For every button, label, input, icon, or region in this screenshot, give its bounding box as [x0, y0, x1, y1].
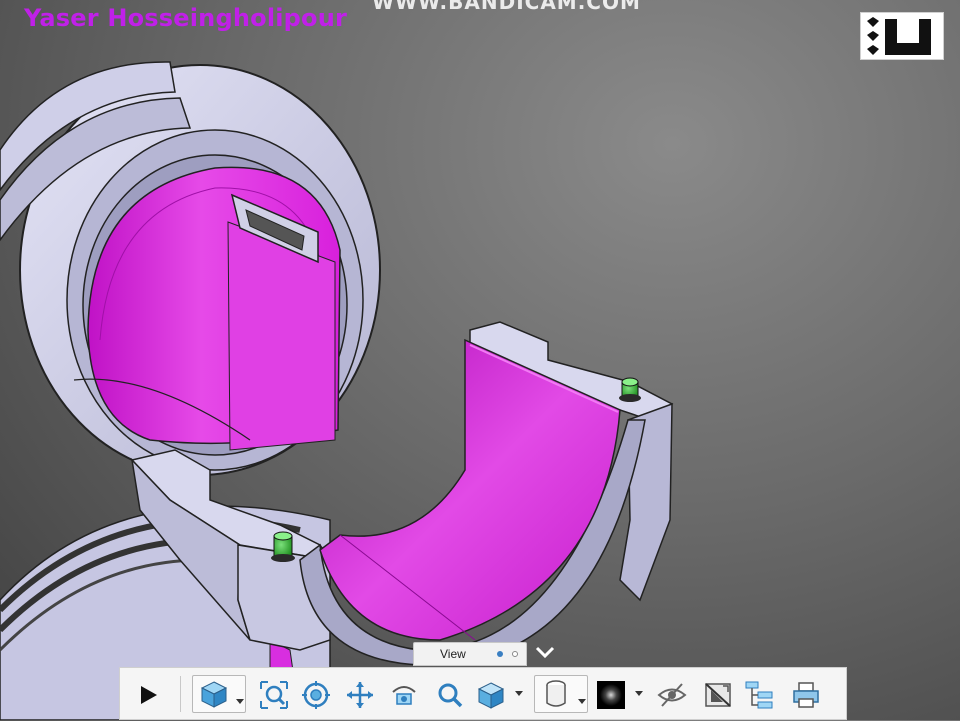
upper-bearing-ring [0, 61, 381, 476]
play-button[interactable] [130, 668, 166, 721]
zoom-all-button[interactable] [254, 668, 294, 721]
zoom-icon [438, 683, 463, 707]
display-mode-button[interactable] [476, 668, 526, 721]
caret-down-icon [236, 699, 244, 704]
view-cube-icon [200, 681, 228, 708]
look-at-icon [392, 685, 416, 705]
caret-down-icon [515, 691, 523, 696]
section-view-icon [705, 682, 731, 707]
chevron-down-icon [535, 646, 555, 659]
cylinder-icon [546, 680, 566, 707]
view-panel-tab[interactable]: View [413, 642, 527, 666]
home-view-dropdown[interactable] [235, 697, 245, 707]
projection-dropdown[interactable] [577, 697, 587, 707]
zoom-button[interactable] [430, 668, 470, 721]
view-tab-label: View [440, 647, 466, 661]
play-icon [141, 685, 157, 704]
dowel-pin-left [271, 531, 295, 562]
app-logo [860, 12, 944, 60]
section-view-button[interactable] [698, 668, 738, 721]
projection-button[interactable] [534, 675, 588, 713]
look-at-button[interactable] [384, 668, 424, 721]
shaded-cube-icon [477, 681, 505, 709]
tree-icon [745, 681, 773, 708]
3d-viewport[interactable] [0, 0, 960, 720]
shading-dropdown[interactable] [634, 689, 644, 699]
shading-button[interactable] [596, 668, 646, 721]
caret-down-icon [635, 691, 643, 696]
sphere-icon [597, 680, 625, 709]
model-tree-button[interactable] [740, 668, 780, 721]
zoom-all-icon [260, 680, 288, 709]
eye-icon [657, 682, 687, 707]
orbit-icon [302, 680, 330, 709]
printer-icon [793, 681, 819, 708]
collapse-toolbar-button[interactable] [534, 642, 556, 662]
display-mode-dropdown[interactable] [514, 689, 524, 699]
home-view-button[interactable] [192, 675, 246, 713]
pan-icon [347, 681, 373, 708]
author-name-overlay: Yaser Hosseingholipour [24, 4, 348, 32]
dowel-pin-right [619, 377, 641, 402]
page-indicator-dot[interactable] [512, 651, 518, 657]
recorder-watermark: WWW.BANDICAM.COM [372, 0, 641, 14]
navigation-toolbar [119, 667, 847, 720]
caret-down-icon [578, 699, 586, 704]
page-indicator-active-dot[interactable] [497, 651, 503, 657]
visibility-button[interactable] [652, 668, 692, 721]
pan-button[interactable] [340, 668, 380, 721]
orbit-button[interactable] [296, 668, 336, 721]
print-button[interactable] [786, 668, 826, 721]
